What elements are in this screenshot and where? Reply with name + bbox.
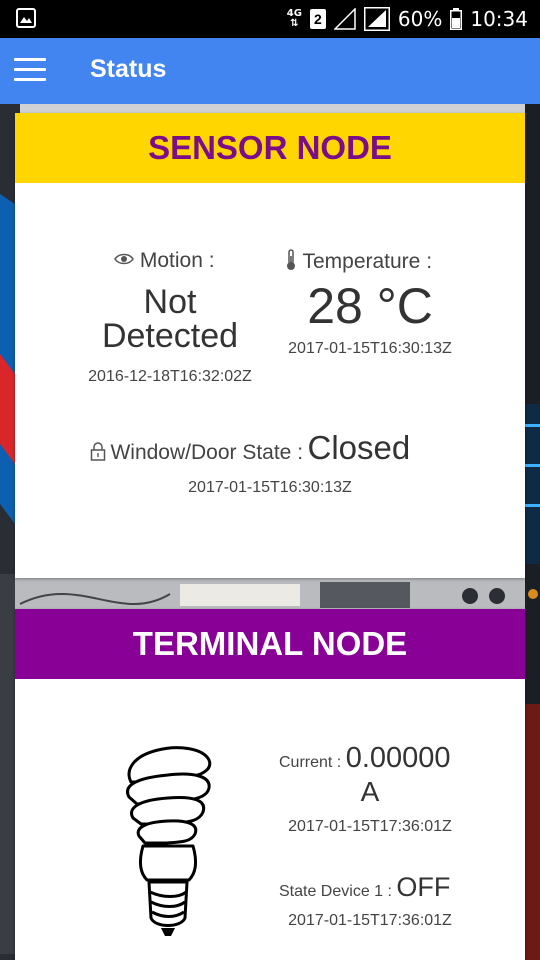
- hamburger-menu-icon[interactable]: [14, 58, 46, 84]
- sim-slot-badge: 2: [309, 9, 326, 29]
- temperature-timestamp: 2017-01-15T16:30:13Z: [288, 340, 452, 357]
- signal-strength-icon: [363, 7, 390, 31]
- signal-strength-empty-icon: [333, 8, 356, 30]
- motion-label-row: Motion :: [114, 249, 215, 273]
- current-value: 0.00000: [345, 742, 451, 774]
- motion-value: Not Detected: [80, 285, 260, 353]
- current-unit: A: [360, 776, 380, 807]
- eye-icon: [114, 253, 134, 265]
- current-timestamp: 2017-01-15T17:36:01Z: [288, 818, 452, 835]
- window-door-label: Window/Door State :: [110, 441, 304, 464]
- window-door-value: Closed: [307, 429, 411, 466]
- device1-label: State Device 1 :: [279, 883, 392, 900]
- motion-value-line1: Not: [143, 283, 197, 321]
- app-toolbar: Status: [0, 38, 540, 104]
- terminal-node-card: TERMINAL NODE Current : 0.00000 A 2017-0…: [15, 609, 525, 960]
- network-type-indicator: 4G ⇅: [287, 9, 302, 29]
- motion-value-line2: Detected: [101, 317, 239, 355]
- light-bulb-icon: [123, 742, 213, 947]
- sensor-node-title: SENSOR NODE: [15, 113, 525, 183]
- current-label: Current :: [279, 754, 342, 771]
- gallery-notification-icon: [16, 8, 36, 33]
- motion-timestamp: 2016-12-18T16:32:02Z: [88, 368, 252, 385]
- clock-time: 10:34: [470, 7, 528, 31]
- page-title: Status: [90, 55, 167, 83]
- temperature-label: Temperature :: [302, 250, 433, 273]
- data-activity-icon: ⇅: [290, 18, 299, 29]
- device1-timestamp: 2017-01-15T17:36:01Z: [288, 912, 452, 929]
- temperature-label-row: Temperature :: [285, 249, 432, 274]
- terminal-node-title: TERMINAL NODE: [15, 609, 525, 679]
- window-door-timestamp: 2017-01-15T16:30:13Z: [188, 479, 352, 496]
- thermometer-icon: [287, 249, 295, 270]
- device1-row: State Device 1 : OFF: [279, 872, 450, 903]
- temperature-value: 28 °C: [307, 278, 433, 334]
- sensor-node-card: SENSOR NODE Motion : Not Detected 2016-1…: [15, 113, 525, 578]
- device1-state: OFF: [396, 872, 451, 902]
- battery-percent: 60%: [397, 7, 443, 31]
- motion-label: Motion :: [139, 249, 215, 272]
- window-door-row: Window/Door State : Closed: [90, 429, 410, 467]
- current-row: Current : 0.00000: [279, 742, 451, 775]
- system-status-bar: 4G ⇅ 2 60% 10:34: [0, 0, 540, 38]
- battery-icon: [450, 8, 463, 30]
- lock-icon: [90, 442, 106, 461]
